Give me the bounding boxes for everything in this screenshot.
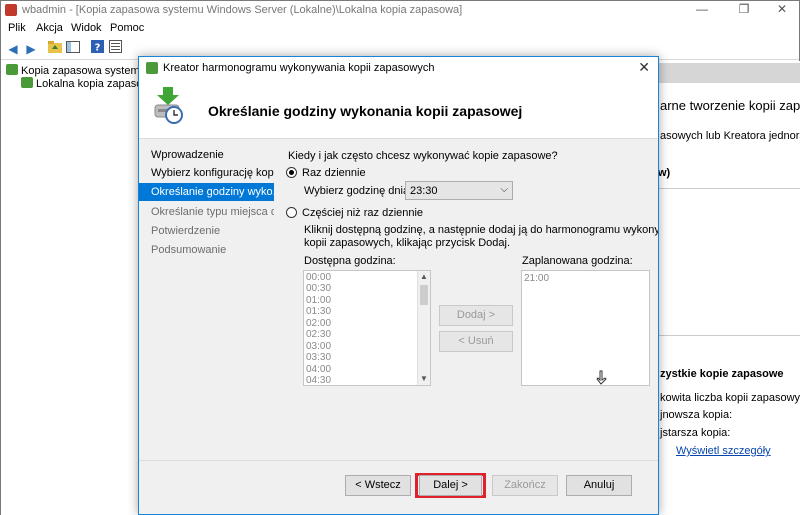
time-of-day-label: Wybierz godzinę dnia: — [304, 185, 413, 197]
menu-action[interactable]: Akcja — [36, 22, 63, 34]
list-item[interactable]: 04:30 — [306, 375, 331, 385]
help-icon[interactable]: ? — [88, 40, 106, 58]
once-daily-label[interactable]: Raz dziennie — [302, 167, 366, 179]
list-item[interactable]: 01:00 — [306, 295, 331, 306]
multiple-daily-label[interactable]: Częściej niż raz dziennie — [302, 207, 423, 219]
details-panel: arne tworzenie kopii zapasowych asowych … — [656, 61, 800, 515]
list-item[interactable]: 03:30 — [306, 352, 331, 363]
dialog-title: Kreator harmonogramu wykonywania kopii z… — [163, 62, 435, 74]
step-specify-time[interactable]: Określanie godziny wyko... — [139, 183, 274, 201]
once-daily-radio[interactable] — [286, 167, 297, 178]
wizard-content: Kiedy i jak często chcesz wykonywać kopi… — [276, 140, 658, 460]
list-item[interactable]: 01:30 — [306, 306, 331, 317]
finish-button[interactable]: Zakończ — [492, 475, 558, 496]
minimize-button[interactable]: — — [687, 1, 717, 19]
panel-section-title: zystkie kopie zapasowe — [660, 368, 784, 380]
add-button[interactable]: Dodaj > — [439, 305, 513, 326]
step-confirmation: Potwierdzenie — [151, 225, 221, 237]
multiple-description-line-1: Kliknij dostępną godzinę, a następnie do… — [304, 224, 659, 236]
panel-item-oldest: jstarsza kopia: — [660, 427, 731, 439]
navigation-tree: Kopia zapasowa systemu W Lokalna kopia z… — [1, 61, 159, 515]
properties-icon[interactable] — [106, 40, 124, 58]
list-item[interactable]: 02:30 — [306, 329, 331, 340]
cancel-button[interactable]: Anuluj — [566, 475, 632, 496]
cursor-icon — [596, 370, 607, 385]
available-time-label: Dostępna godzina: — [304, 255, 396, 267]
backup-clock-icon — [154, 87, 183, 124]
wizard-steps: Wprowadzenie Wybierz konfigurację kop...… — [139, 140, 276, 460]
dialog-footer: < Wstecz Dalej > Zakończ Anuluj — [139, 460, 658, 514]
list-item[interactable]: 00:00 — [306, 272, 331, 283]
list-item[interactable]: 04:00 — [306, 364, 331, 375]
multiple-daily-radio[interactable] — [286, 207, 297, 218]
step-destination-type: Określanie typu miejsca d... — [151, 206, 274, 218]
remove-button[interactable]: < Usuń — [439, 331, 513, 352]
page-title: Określanie godziny wykonania kopii zapas… — [208, 103, 523, 119]
panel-header-bar — [656, 63, 800, 83]
step-select-configuration[interactable]: Wybierz konfigurację kop... — [139, 164, 274, 182]
tree-item-local-label: Lokalna kopia zapasow — [36, 78, 151, 90]
scheduled-time-label: Zaplanowana godzina: — [522, 255, 633, 267]
dialog-header: Określanie godziny wykonania kopii zapas… — [139, 79, 658, 139]
app-icon — [5, 4, 17, 16]
show-tree-icon[interactable] — [64, 40, 82, 58]
scroll-thumb[interactable] — [420, 285, 428, 305]
menu-bar: Plik Akcja Widok Pomoc — [1, 19, 799, 37]
schedule-wizard-dialog: Kreator harmonogramu wykonywania kopii z… — [138, 56, 659, 515]
restore-button[interactable]: ❐ — [729, 1, 759, 19]
time-of-day-select[interactable]: 23:30 ⌵ — [405, 181, 513, 200]
folder-up-icon[interactable] — [46, 40, 64, 58]
list-item[interactable]: 21:00 — [524, 273, 549, 284]
tree-item-local-backup[interactable]: Lokalna kopia zapasow — [21, 77, 150, 90]
back-button[interactable]: < Wstecz — [345, 475, 411, 496]
menu-file[interactable]: Plik — [8, 22, 26, 34]
view-details-link[interactable]: Wyświetl szczegóły — [676, 445, 771, 457]
menu-help[interactable]: Pomoc — [110, 22, 144, 34]
schedule-question: Kiedy i jak często chcesz wykonywać kopi… — [288, 150, 558, 162]
title-bar: wbadmin - [Kopia zapasowa systemu Window… — [1, 1, 799, 19]
dialog-close-button[interactable]: ✕ — [638, 59, 650, 76]
scheduled-time-list[interactable]: 21:00 — [521, 270, 650, 386]
list-item[interactable]: 02:00 — [306, 318, 331, 329]
close-button[interactable]: ✕ — [767, 1, 797, 19]
forward-arrow-icon[interactable]: ▶ — [22, 40, 40, 58]
time-of-day-value: 23:30 — [410, 185, 438, 197]
panel-line-1: asowych lub Kreatora jednora — [660, 130, 800, 142]
step-introduction[interactable]: Wprowadzenie — [139, 146, 274, 164]
divider — [656, 335, 800, 336]
list-item[interactable]: 03:00 — [306, 341, 331, 352]
step-summary: Podsumowanie — [151, 244, 227, 256]
tree-item-root[interactable]: Kopia zapasowa systemu W — [6, 64, 159, 77]
available-time-list[interactable]: 00:00 00:30 01:00 01:30 02:00 02:30 03:0… — [303, 270, 431, 386]
chevron-down-icon: ⌵ — [500, 184, 508, 195]
divider — [656, 188, 800, 189]
next-button[interactable]: Dalej > — [419, 475, 482, 496]
panel-item-newest: jnowsza kopia: — [660, 409, 733, 421]
backup-icon — [6, 64, 18, 75]
panel-item-total: kowita liczba kopii zapasowych: — [660, 392, 800, 404]
wizard-icon — [146, 62, 158, 74]
available-time-scrollbar[interactable]: ▲ ▼ — [417, 271, 430, 385]
menu-view[interactable]: Widok — [71, 22, 102, 34]
scroll-up-icon[interactable]: ▲ — [418, 271, 430, 283]
svg-text:?: ? — [94, 43, 100, 54]
multiple-description-line-2: kopii zapasowych, klikając przycisk Doda… — [304, 237, 511, 249]
dialog-title-bar: Kreator harmonogramu wykonywania kopii z… — [139, 57, 658, 79]
window-title: wbadmin - [Kopia zapasowa systemu Window… — [22, 4, 463, 16]
scroll-down-icon[interactable]: ▼ — [418, 373, 430, 385]
back-arrow-icon[interactable]: ◀ — [4, 40, 22, 58]
panel-heading: arne tworzenie kopii zapasowych — [660, 98, 800, 113]
backup-icon — [21, 77, 33, 88]
list-item[interactable]: 00:30 — [306, 283, 331, 294]
panel-line-2: w) — [658, 167, 671, 179]
